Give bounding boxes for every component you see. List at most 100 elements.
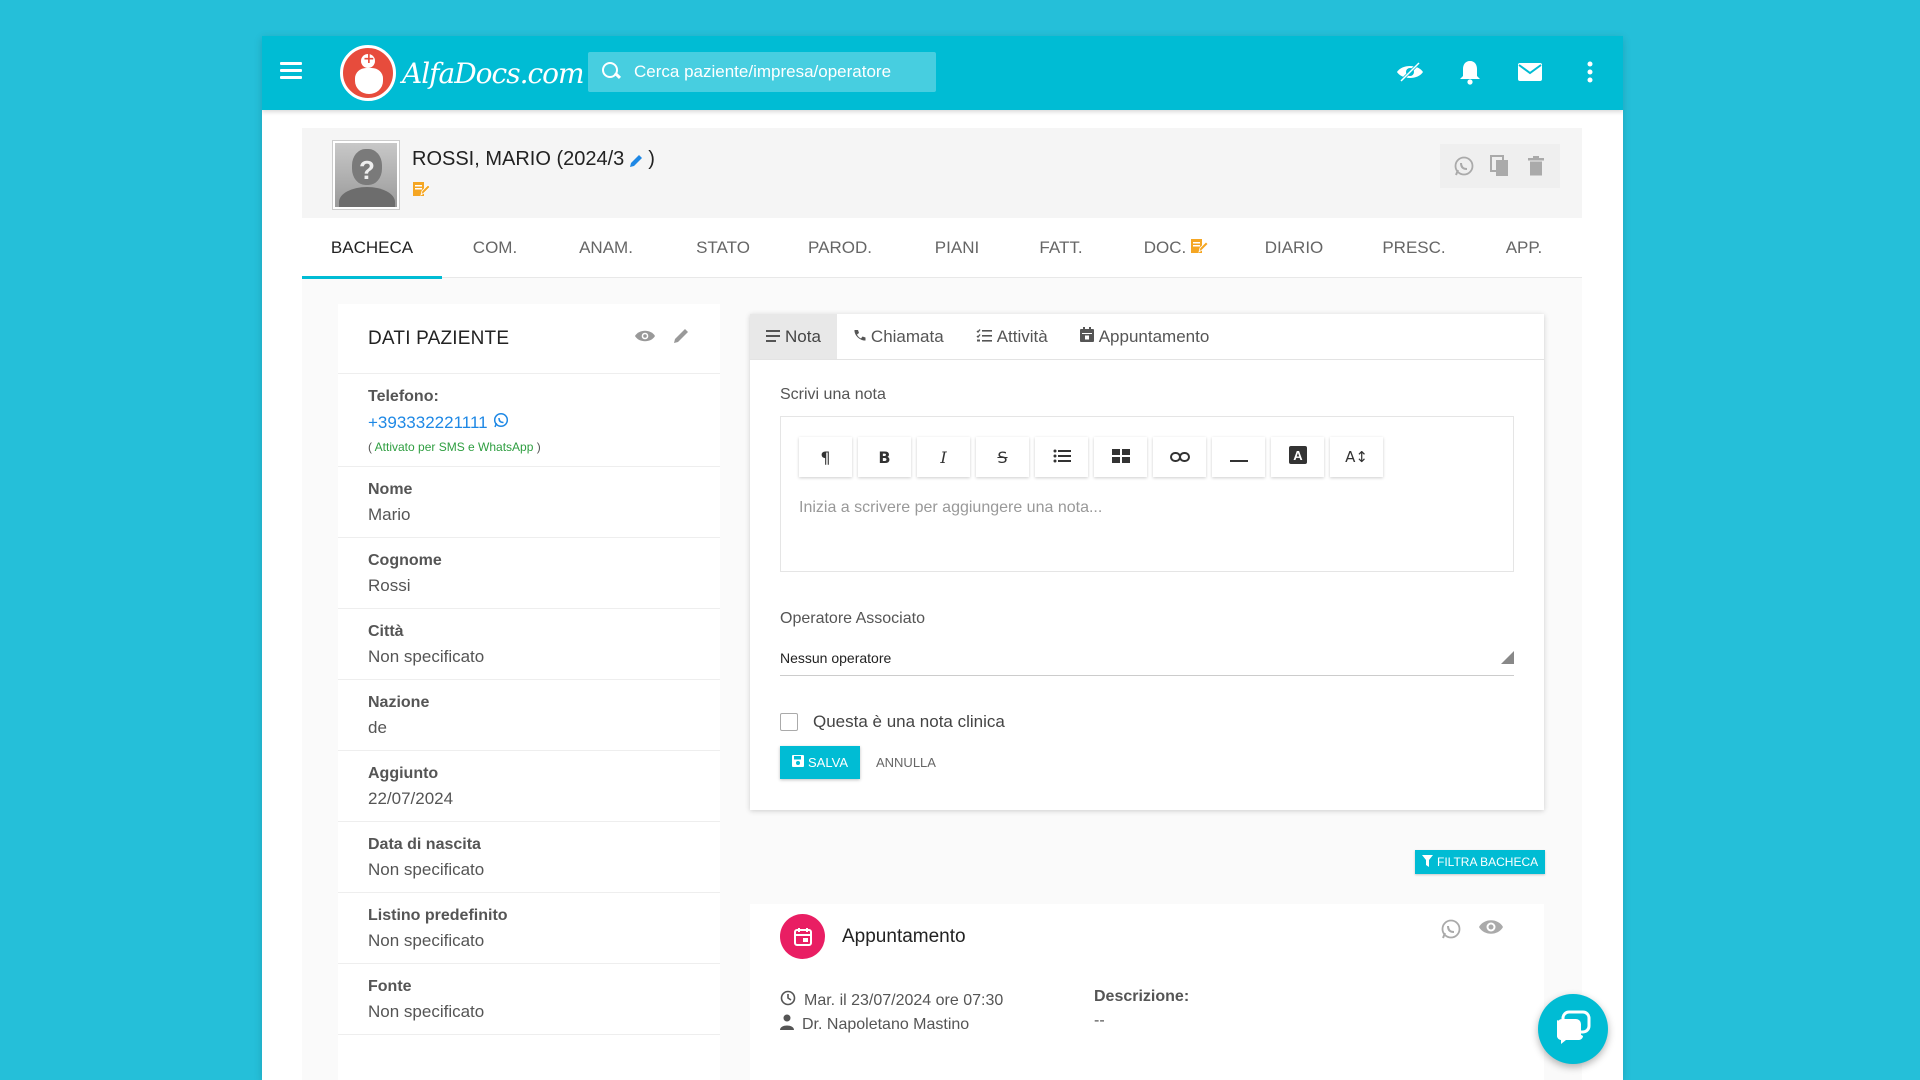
more-vertical-icon[interactable] [1575, 54, 1605, 90]
eye-icon[interactable] [1478, 918, 1504, 945]
tab-chiamata[interactable]: Chiamata [837, 314, 960, 359]
patient-actions [1440, 144, 1560, 188]
edit-pencil-icon[interactable] [672, 327, 690, 350]
checklist-icon [976, 327, 992, 347]
document-edit-icon[interactable] [412, 180, 431, 198]
whatsapp-icon[interactable] [1451, 153, 1477, 179]
field-citta: Città Non specificato [338, 609, 720, 680]
tab-bacheca[interactable]: BACHECA [302, 218, 442, 279]
calendar-icon [1079, 326, 1094, 347]
search-box[interactable] [588, 52, 936, 92]
clinical-note-label: Questa è una nota clinica [813, 712, 1005, 731]
italic-button[interactable]: I [917, 437, 970, 477]
appointment-entry: Appuntamento Mar. il 23/07/2024 ore 07:3… [750, 904, 1544, 1080]
tab-appuntamento[interactable]: Appuntamento [1064, 314, 1226, 359]
rich-text-editor[interactable]: ¶ B I S A A↕ Inizia a scrivere per aggiu… [780, 416, 1514, 572]
eye-icon[interactable] [634, 329, 656, 348]
chat-bubble-button[interactable] [1538, 994, 1608, 1064]
text-color-icon: A [1288, 446, 1307, 468]
field-fonte: Fonte Non specificato [338, 964, 720, 1035]
operator-select[interactable]: Nessun operatore [780, 640, 1514, 676]
tab-piani[interactable]: PIANI [898, 218, 1016, 278]
font-size-button[interactable]: A↕ [1330, 437, 1383, 477]
table-icon [1111, 448, 1130, 467]
edit-pencil-icon[interactable] [628, 152, 644, 168]
privacy-eye-icon[interactable] [1395, 54, 1425, 90]
patient-name-close: ) [648, 148, 655, 170]
list-icon [1053, 448, 1071, 467]
phone-link[interactable]: +393332221111 [368, 412, 690, 433]
tab-stato[interactable]: STATO [664, 218, 782, 278]
doctor-icon [780, 1014, 794, 1035]
phone-field: Telefono: +393332221111 ( Attivato per S… [338, 374, 720, 467]
horizontal-rule-button[interactable] [1212, 437, 1265, 477]
description-label: Descrizione: [1094, 988, 1190, 1005]
patient-name-text: ROSSI, MARIO (2024/3 [412, 148, 625, 170]
tab-attivita[interactable]: Attività [960, 314, 1064, 359]
note-type-tabs: Nota Chiamata Attività Appuntamento [750, 314, 1544, 360]
patient-name: ROSSI, MARIO (2024/3 ) [412, 148, 655, 171]
field-data-nascita: Data di nascita Non specificato [338, 822, 720, 893]
paragraph-button[interactable]: ¶ [799, 437, 852, 477]
search-input[interactable] [634, 62, 924, 82]
cancel-button[interactable]: ANNULLA [876, 755, 936, 770]
tab-com[interactable]: COM. [442, 218, 548, 278]
appointment-title: Appuntamento [842, 926, 966, 947]
tab-diario[interactable]: DIARIO [1246, 218, 1342, 278]
search-icon [602, 62, 622, 82]
phone-icon [853, 327, 866, 347]
field-cognome: Cognome Rossi [338, 538, 720, 609]
tab-nota[interactable]: Nota [750, 314, 837, 359]
field-listino: Listino predefinito Non specificato [338, 893, 720, 964]
calendar-icon [780, 914, 825, 959]
bullet-list-button[interactable] [1035, 437, 1088, 477]
logo[interactable]: AlfaDocs.com [340, 44, 585, 102]
tab-presc[interactable]: PRESC. [1342, 218, 1486, 278]
save-button[interactable]: SALVA [780, 746, 860, 779]
app-window: AlfaDocs.com ? ROSS [262, 36, 1623, 1080]
patient-info-card: DATI PAZIENTE Telefono: +393332221111 ( … [338, 304, 720, 1080]
table-button[interactable] [1094, 437, 1147, 477]
clock-icon [780, 990, 796, 1011]
bold-button[interactable]: B [858, 437, 911, 477]
hr-icon [1229, 448, 1248, 467]
bell-icon[interactable] [1455, 54, 1485, 90]
strikethrough-button[interactable]: S [976, 437, 1029, 477]
trash-icon[interactable] [1523, 153, 1549, 179]
avatar[interactable]: ? [332, 140, 400, 210]
whatsapp-icon[interactable] [493, 412, 509, 433]
tab-anam[interactable]: ANAM. [548, 218, 664, 278]
tab-app[interactable]: APP. [1486, 218, 1562, 278]
field-nome: Nome Mario [338, 467, 720, 538]
document-edit-icon [1190, 237, 1209, 260]
logo-text: AlfaDocs.com [402, 56, 585, 90]
tab-fatt[interactable]: FATT. [1016, 218, 1106, 278]
link-button[interactable] [1153, 437, 1206, 477]
info-title: DATI PAZIENTE [368, 327, 510, 349]
chat-bubble-icon [1555, 1010, 1591, 1049]
field-nazione: Nazione de [338, 680, 720, 751]
whatsapp-icon[interactable] [1440, 918, 1462, 945]
copy-icon[interactable] [1487, 153, 1513, 179]
svg-text:A: A [1293, 448, 1303, 463]
tab-parod[interactable]: PAROD. [782, 218, 898, 278]
note-text-area[interactable]: Inizia a scrivere per aggiungere una not… [799, 499, 1495, 523]
info-header: DATI PAZIENTE [338, 304, 720, 374]
phone-note: ( Attivato per SMS e WhatsApp ) [368, 440, 541, 454]
tab-doc[interactable]: DOC. [1106, 218, 1246, 278]
clinical-note-checkbox[interactable] [780, 713, 798, 731]
mail-icon[interactable] [1515, 54, 1545, 90]
filter-board-button[interactable]: FILTRA BACHECA [1415, 850, 1546, 874]
patient-header: ? ROSSI, MARIO (2024/3 ) [302, 128, 1582, 218]
operator-label: Operatore Associato [780, 610, 925, 627]
main-content: ? ROSSI, MARIO (2024/3 ) BACHECA COM. AN… [302, 128, 1582, 1080]
floppy-disk-icon [792, 755, 804, 770]
clinical-note-row: Questa è una nota clinica [780, 712, 1514, 732]
top-actions [1395, 54, 1605, 90]
lion-logo-icon [340, 45, 396, 101]
description-value: -- [1094, 1012, 1105, 1029]
hamburger-menu-icon[interactable] [280, 58, 310, 88]
note-label: Scrivi una nota [780, 386, 886, 403]
link-icon [1169, 448, 1190, 467]
text-color-button[interactable]: A [1271, 437, 1324, 477]
